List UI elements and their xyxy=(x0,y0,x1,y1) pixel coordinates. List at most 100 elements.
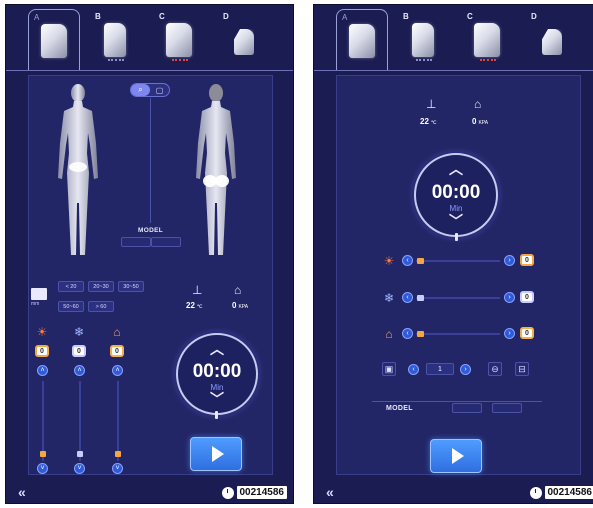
tab-divider xyxy=(314,70,593,71)
vacuum-level-value: 0 xyxy=(520,327,534,339)
timer-value: 00:00 xyxy=(192,361,242,382)
heat-level-value: 0 xyxy=(35,345,49,357)
vacuum-slider-knob[interactable] xyxy=(417,331,424,337)
tab-a[interactable]: A xyxy=(336,9,388,71)
timer-up-chevron-icon[interactable]: ︿ xyxy=(178,339,256,359)
thermometer-icon: ⊥ xyxy=(192,283,203,297)
model-label: MODEL xyxy=(138,227,163,234)
model-option-button[interactable] xyxy=(151,237,181,247)
heat-decrease-button[interactable]: ‹ xyxy=(402,255,413,266)
heat-icon: ☀ xyxy=(36,325,48,339)
vacuum-down-button[interactable]: ˅ xyxy=(112,463,123,474)
program-prev-button[interactable]: ‹ xyxy=(408,364,419,375)
body-front-figure[interactable] xyxy=(52,83,104,263)
tab-a[interactable]: A xyxy=(28,9,80,71)
vacuum-icon: ⌂ xyxy=(385,327,393,341)
tab-b[interactable]: B xyxy=(90,9,142,65)
tab-letter: A xyxy=(34,13,40,22)
vacuum-slider-track[interactable] xyxy=(117,381,119,461)
tab-indicator-dots xyxy=(108,59,124,61)
timer-dial[interactable]: ︿ 00:00 Min ﹀ xyxy=(176,333,258,415)
heat-slider-track[interactable] xyxy=(416,260,500,262)
body-back-figure[interactable] xyxy=(190,83,242,263)
load-program-icon[interactable]: ⊖ xyxy=(488,362,502,376)
handpiece-a-image xyxy=(41,24,67,58)
heat-slider-knob[interactable] xyxy=(417,258,424,264)
heat-up-button[interactable]: ˄ xyxy=(37,365,48,376)
program-number[interactable]: 1 xyxy=(426,363,454,375)
back-button[interactable]: « xyxy=(18,484,26,500)
export-program-icon[interactable]: ⊟ xyxy=(515,362,529,376)
vacuum-up-button[interactable]: ˄ xyxy=(112,365,123,376)
cool-decrease-button[interactable]: ‹ xyxy=(402,292,413,303)
start-button[interactable] xyxy=(190,437,242,471)
temperature-unit: ℃ xyxy=(430,120,437,126)
range-button[interactable]: < 20 xyxy=(58,281,84,292)
start-button[interactable] xyxy=(430,439,482,473)
device-screen-right: A B C D ⊥ 22 ℃ ⌂ 0 KPA ︿ 00:00 Min ﹀ ☀ ‹… xyxy=(313,4,593,504)
range-button[interactable]: 20~30 xyxy=(88,281,114,292)
heat-increase-button[interactable]: › xyxy=(504,255,515,266)
model-option-button[interactable] xyxy=(492,403,522,413)
cool-slider-track[interactable] xyxy=(416,297,500,299)
cool-increase-button[interactable]: › xyxy=(504,292,515,303)
tab-letter: D xyxy=(223,12,229,21)
timer-value: 00:00 xyxy=(431,182,481,203)
tab-d[interactable]: D xyxy=(218,9,270,65)
search-view-icon[interactable]: ⌕ xyxy=(131,84,150,96)
cool-up-button[interactable]: ˄ xyxy=(74,365,85,376)
heat-slider-knob[interactable] xyxy=(40,451,46,457)
vacuum-slider-track[interactable] xyxy=(416,333,500,335)
timer-dial[interactable]: ︿ 00:00 Min ﹀ xyxy=(414,153,498,237)
play-icon xyxy=(211,446,224,462)
cool-down-button[interactable]: ˅ xyxy=(74,463,85,474)
program-next-button[interactable]: › xyxy=(460,364,471,375)
heat-down-button[interactable]: ˅ xyxy=(37,463,48,474)
range-button[interactable]: 30~50 xyxy=(118,281,144,292)
tab-letter: B xyxy=(403,12,409,21)
heat-slider-track[interactable] xyxy=(42,381,44,461)
save-program-icon[interactable]: ▣ xyxy=(382,362,396,376)
timer-down-chevron-icon[interactable]: ﹀ xyxy=(416,211,496,231)
pressure-icon: ⌂ xyxy=(474,97,482,111)
heat-icon: ☀ xyxy=(383,254,395,268)
vacuum-increase-button[interactable]: › xyxy=(504,328,515,339)
vacuum-slider-knob[interactable] xyxy=(115,451,121,457)
serial-number: 00214586 xyxy=(236,486,287,499)
temperature-value: 22 xyxy=(420,117,429,126)
tab-letter: C xyxy=(159,12,165,21)
pressure-unit: KPA xyxy=(478,120,489,126)
cool-level-value: 0 xyxy=(520,291,534,303)
tab-d[interactable]: D xyxy=(526,9,578,65)
cool-slider-knob[interactable] xyxy=(77,451,83,457)
tab-b[interactable]: B xyxy=(398,9,450,65)
tab-indicator-dots xyxy=(480,59,496,61)
tab-c[interactable]: C xyxy=(154,9,206,65)
model-divider xyxy=(372,401,542,402)
vacuum-decrease-button[interactable]: ‹ xyxy=(402,328,413,339)
handpiece-c-image xyxy=(166,23,192,57)
handpiece-d-image xyxy=(234,29,254,55)
footer: « 00214586 xyxy=(314,481,593,503)
range-button[interactable]: 50~60 xyxy=(58,301,84,312)
model-option-button[interactable] xyxy=(452,403,482,413)
body-view-toggle[interactable]: ⌕ ▢ xyxy=(130,83,170,97)
range-button[interactable]: > 60 xyxy=(88,301,114,312)
mm-label: mm xyxy=(31,301,40,307)
clock-icon xyxy=(529,486,542,499)
handpiece-b-image xyxy=(412,23,434,57)
tab-c[interactable]: C xyxy=(462,9,514,65)
model-option-button[interactable] xyxy=(121,237,151,247)
cool-slider-knob[interactable] xyxy=(417,295,424,301)
timer-down-chevron-icon[interactable]: ﹀ xyxy=(178,389,256,409)
timer-up-chevron-icon[interactable]: ︿ xyxy=(416,159,496,179)
tab-indicator-dots xyxy=(172,59,188,61)
cool-level-value: 0 xyxy=(72,345,86,357)
square-view-icon[interactable]: ▢ xyxy=(150,84,169,96)
temperature-unit: ℃ xyxy=(196,304,203,310)
vacuum-icon: ⌂ xyxy=(113,325,121,339)
thermometer-icon: ⊥ xyxy=(426,97,437,111)
back-button[interactable]: « xyxy=(326,484,334,500)
cool-slider-track[interactable] xyxy=(79,381,81,461)
handpiece-d-image xyxy=(542,29,562,55)
